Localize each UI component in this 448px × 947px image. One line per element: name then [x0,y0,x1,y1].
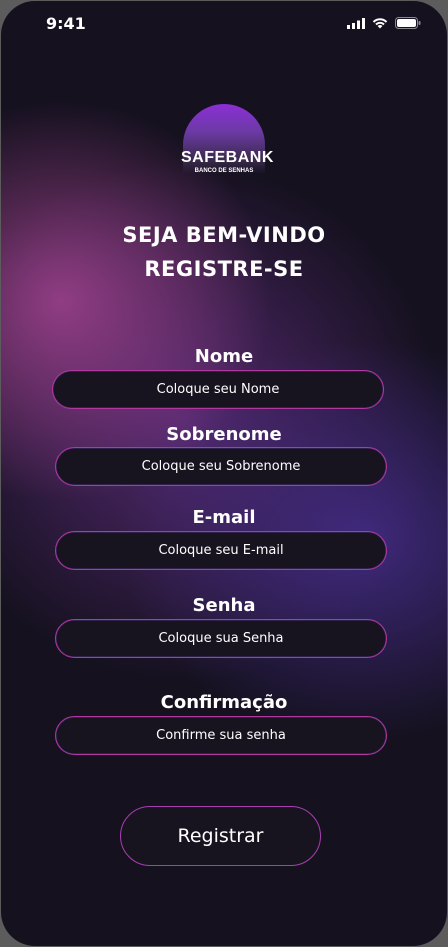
status-time: 9:41 [46,14,86,33]
nome-input[interactable]: Coloque seu Nome [52,370,384,409]
email-label: E-mail [192,507,256,528]
signal-icon [347,17,365,29]
email-input[interactable]: Coloque seu E-mail [55,531,387,570]
senha-label: Senha [192,595,256,616]
safebank-logo: SAFEBANK BANCO DE SENHAS [181,104,274,176]
welcome-heading: SEJA BEM-VINDO [122,223,326,247]
confirmacao-label: Confirmação [160,692,288,713]
confirmacao-input[interactable]: Confirme sua senha [55,716,387,755]
senha-input[interactable]: Coloque sua Senha [55,619,387,658]
sobrenome-input[interactable]: Coloque seu Sobrenome [55,447,387,486]
register-heading: REGISTRE-SE [144,257,304,281]
wifi-icon [372,18,388,29]
battery-icon [395,17,421,29]
phone-screen: 9:41 SAFEBANK BANCO DE SENHAS SEJA BEM-V… [1,1,447,946]
logo-name: SAFEBANK [181,149,274,166]
status-bar: 9:41 [1,1,447,47]
register-button[interactable]: Registrar [120,806,321,866]
logo-subtitle: BANCO DE SENHAS [194,168,254,174]
sobrenome-label: Sobrenome [166,424,282,445]
nome-label: Nome [194,346,254,367]
status-icons [347,17,421,29]
